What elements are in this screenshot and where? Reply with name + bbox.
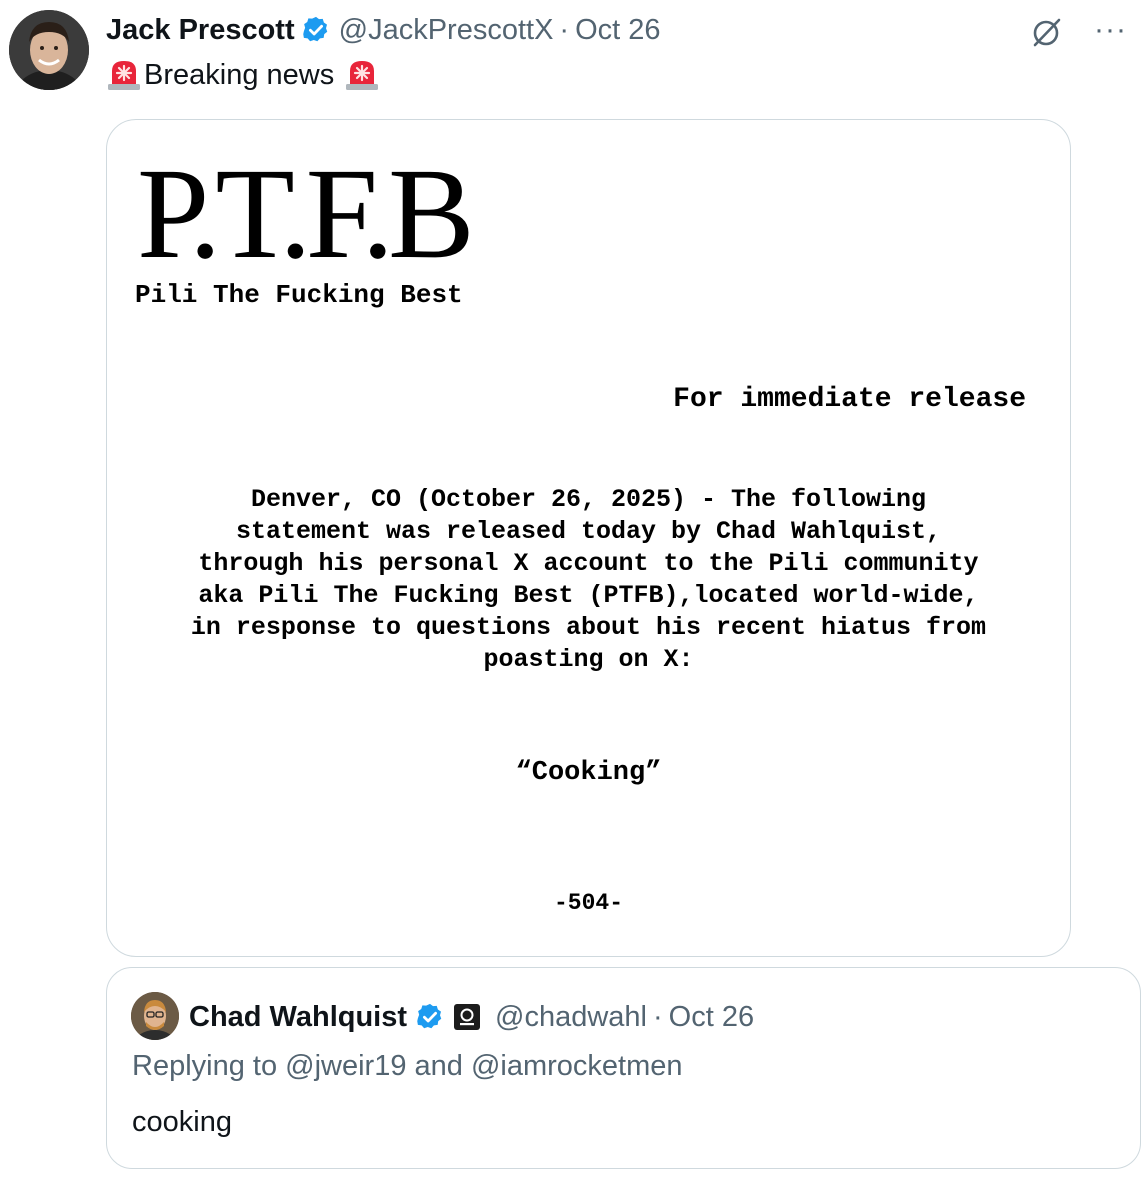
separator-dot: · [653,1000,663,1033]
tweet-actions-top: ··· [1028,12,1148,52]
quoted-author-avatar [131,992,179,1040]
release-body: Denver, CO (October 26, 2025) - The foll… [137,484,1040,676]
quoted-author-name: Chad Wahlquist [189,1000,408,1033]
police-siren-icon [106,57,142,93]
police-siren-icon [344,57,380,93]
release-body-line: statement was released today by Chad Wah… [235,517,942,546]
verified-badge-icon[interactable] [301,15,331,45]
tweet-text-body: Breaking news [144,58,335,91]
grok-icon[interactable] [1031,16,1063,48]
release-body-line: Denver, CO (October 26, 2025) - The foll… [250,485,927,514]
release-body-line: through his personal X account to the Pi… [198,549,979,578]
release-body-line: in response to questions about his recen… [190,613,987,642]
release-label: For immediate release [673,384,1026,415]
ptfb-subtitle: Pili The Fucking Best [135,280,463,310]
quoted-tweet-date: Oct 26 [668,1000,755,1033]
verified-badge-icon [415,1002,445,1032]
tweet-date[interactable]: Oct 26 [575,14,660,47]
release-end-mark: -504- [553,890,623,916]
author-name[interactable]: Jack Prescott [106,14,295,47]
release-quote: “Cooking” [515,758,662,788]
tweet-header: Jack Prescott @JackPrescottX · Oct 26 [106,10,661,50]
quoted-tweet[interactable]: Chad Wahlquist @chadwahl · Oct 26 Replyi… [106,967,1141,1169]
separator-dot: · [559,13,570,46]
quoted-tweet-text: cooking [132,1106,232,1138]
author-avatar[interactable] [9,10,89,90]
quoted-author-handle: @chadwahl [495,1000,647,1033]
release-body-line: poasting on X: [483,645,694,674]
quoted-tweet-header: Chad Wahlquist @chadwahl · Oct 26 [189,996,754,1038]
ptfb-logo: P.T.F.B [137,142,475,286]
media-image[interactable]: P.T.F.B Pili The Fucking Best For immedi… [106,119,1071,957]
affiliate-badge-icon [453,1003,481,1031]
replying-to: Replying to @jweir19 and @iamrocketmen [132,1050,683,1082]
tweet-text: Breaking news [106,56,380,94]
more-options-icon[interactable]: ··· [1094,14,1148,46]
author-handle[interactable]: @JackPrescottX [339,14,554,47]
release-body-line: aka Pili The Fucking Best (PTFB),located… [198,581,979,610]
